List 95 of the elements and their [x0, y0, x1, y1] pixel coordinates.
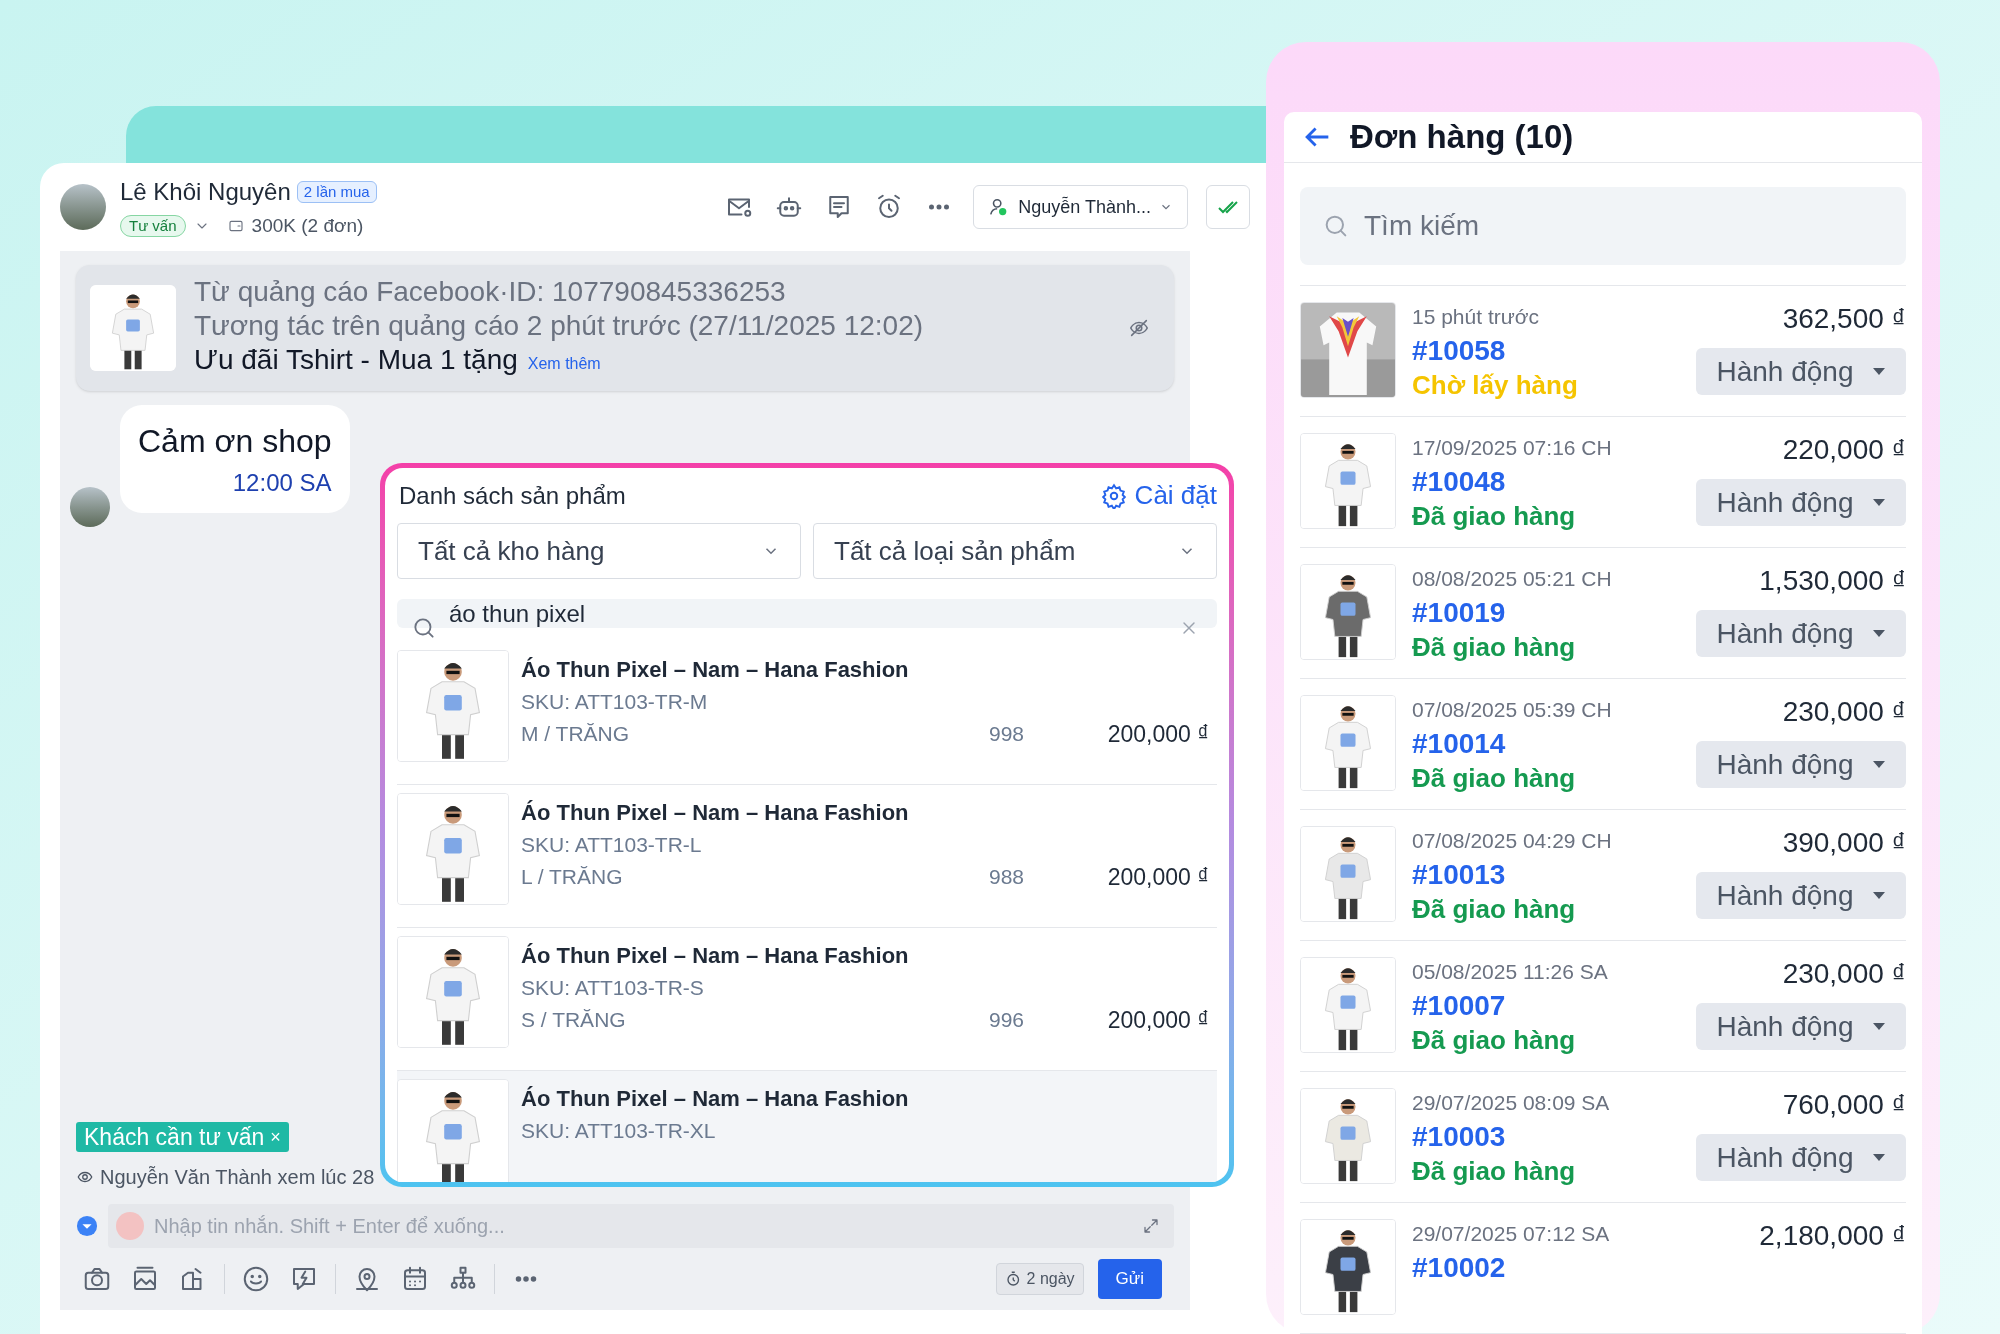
caret-down-icon: [1871, 1021, 1886, 1032]
seen-note: Nguyễn Văn Thành xem lúc 28: [100, 1165, 375, 1190]
order-id[interactable]: #10014: [1412, 725, 1612, 763]
ad-interaction: Tương tác trên quảng cáo 2 phút trước (27/11/2025 12:02): [194, 309, 924, 343]
message-text: Cảm ơn shop: [138, 422, 332, 461]
send-button[interactable]: Gửi: [1097, 1259, 1162, 1299]
order-time: 07/08/2025 05:39 CH: [1412, 697, 1612, 723]
product-sku: SKU: ATT103-TR-L: [521, 832, 703, 858]
product-sku: SKU: ATT103-TR-XL: [521, 1118, 717, 1144]
caret-down-icon: [1871, 759, 1886, 770]
purchase-badge: 2 lần mua: [296, 180, 377, 203]
product-variant: S / TRĂNG: [521, 1007, 626, 1033]
order-time: 15 phút trước: [1412, 304, 1541, 330]
order-id[interactable]: #10007: [1412, 987, 1608, 1025]
wallet-icon: [227, 218, 244, 234]
order-time: 29/07/2025 08:09 SA: [1412, 1090, 1610, 1116]
product-price: 200,000 ₫: [1106, 863, 1209, 892]
product-price: 200,000 ₫: [1106, 720, 1209, 749]
message-input[interactable]: Nhập tin nhắn. Shift + Enter để xuống...: [108, 1204, 1174, 1248]
order-id[interactable]: #10002: [1412, 1249, 1610, 1287]
filter-dropdown[interactable]: Tất cả loại sản phẩm: [813, 523, 1217, 579]
message-time: 12:00 SA: [232, 468, 332, 498]
settings-link[interactable]: Cài đặt: [1100, 476, 1217, 515]
product-name: Áo Thun Pixel – Nam – Hana Fashion: [521, 656, 910, 684]
order-id[interactable]: #10003: [1412, 1118, 1610, 1156]
order-status: Chờ lấy hàng: [1412, 370, 1578, 400]
order-status: Đã giao hàng: [1412, 1025, 1577, 1055]
product-name: Áo Thun Pixel – Nam – Hana Fashion: [521, 799, 910, 827]
caret-down-icon: [1871, 366, 1886, 377]
filter-dropdown[interactable]: Tất cả kho hàng: [397, 523, 801, 579]
caret-down-icon: [1871, 497, 1886, 508]
status-tag[interactable]: Tư vấn: [120, 215, 186, 237]
product-stock: 996: [989, 1007, 1026, 1033]
panel-title: Danh sách sản phẩm: [399, 480, 626, 511]
spend-summary: 300K (2 đơn): [251, 213, 364, 238]
eye-off-icon: [1128, 317, 1150, 339]
product-price: 200,000 ₫: [1106, 1006, 1209, 1035]
product-variant: L / TRĂNG: [521, 864, 623, 890]
order-id[interactable]: #10019: [1412, 594, 1612, 632]
see-more-link[interactable]: Xem thêm: [527, 347, 601, 381]
order-time: 08/08/2025 05:21 CH: [1412, 566, 1612, 592]
product-row[interactable]: Áo Thun Pixel – Nam – Hana Fashion SKU: ATT103-TR-XL: [397, 1071, 1217, 1182]
expand-icon: [76, 1215, 98, 1237]
caret-down-icon: [1871, 1152, 1886, 1163]
order-amount: 362,500 ₫: [1782, 302, 1906, 336]
assignee-dropdown[interactable]: Nguyễn Thành...: [973, 185, 1188, 229]
product-sku: SKU: ATT103-TR-S: [521, 975, 705, 1001]
gear-icon: [1100, 482, 1127, 509]
search-field[interactable]: Tìm kiếm: [1300, 187, 1906, 265]
order-time: 17/09/2025 07:16 CH: [1412, 435, 1612, 461]
order-amount: 230,000 ₫: [1782, 695, 1906, 729]
product-stock: 988: [989, 864, 1026, 890]
order-amount: 230,000 ₫: [1782, 957, 1906, 991]
action-dropdown[interactable]: Hành động: [1696, 348, 1906, 395]
ad-source: Từ quảng cáo Facebook·ID: 107790845336253: [194, 275, 787, 309]
reminder-chip[interactable]: 2 ngày: [995, 1263, 1084, 1295]
order-time: 05/08/2025 11:26 SA: [1412, 959, 1608, 985]
action-dropdown[interactable]: Hành động: [1696, 1003, 1906, 1050]
product-sku: SKU: ATT103-TR-M: [521, 689, 709, 715]
order-status: Đã giao hàng: [1412, 632, 1577, 662]
order-id[interactable]: #10058: [1412, 332, 1578, 370]
order-time: 29/07/2025 07:12 SA: [1412, 1221, 1610, 1247]
search-field[interactable]: áo thun pixel: [397, 599, 1217, 628]
customer-name: Lê Khôi Nguyên: [120, 176, 291, 207]
avatar: [60, 184, 106, 230]
order-id[interactable]: #10048: [1412, 463, 1612, 501]
order-amount: 2,180,000 ₫: [1759, 1219, 1906, 1253]
action-dropdown[interactable]: Hành động: [1696, 1134, 1906, 1181]
order-amount: 1,530,000 ₫: [1759, 564, 1906, 598]
order-id[interactable]: #10013: [1412, 856, 1612, 894]
caret-down-icon: [1871, 890, 1886, 901]
action-dropdown[interactable]: Hành động: [1696, 872, 1906, 919]
fullscreen-icon: [1142, 1217, 1160, 1235]
action-dropdown[interactable]: Hành động: [1696, 610, 1906, 657]
order-status: Đã giao hàng: [1412, 763, 1577, 793]
product-name: Áo Thun Pixel – Nam – Hana Fashion: [521, 1085, 910, 1113]
order-amount: 390,000 ₫: [1782, 826, 1906, 860]
order-status: Đã giao hàng: [1412, 1156, 1577, 1186]
avatar: [70, 487, 110, 527]
product-variant: M / TRĂNG: [521, 721, 630, 747]
action-dropdown[interactable]: Hành động: [1696, 741, 1906, 788]
resolve-button[interactable]: [1206, 185, 1250, 229]
order-amount: 220,000 ₫: [1782, 433, 1906, 467]
caret-down-icon: [1871, 628, 1886, 639]
order-time: 07/08/2025 04:29 CH: [1412, 828, 1612, 854]
order-status: Đã giao hàng: [1412, 501, 1577, 531]
order-amount: 760,000 ₫: [1782, 1088, 1906, 1122]
ad-title: Ưu đãi Tshirt - Mua 1 tặng: [194, 343, 518, 377]
tag-label: Khách cần tư vấn: [84, 1123, 265, 1152]
product-name: Áo Thun Pixel – Nam – Hana Fashion: [521, 942, 910, 970]
search-icon: [411, 615, 437, 641]
product-stock: 998: [989, 721, 1026, 747]
action-dropdown[interactable]: Hành động: [1696, 479, 1906, 526]
order-status: Đã giao hàng: [1412, 894, 1577, 924]
orders-title: Đơn hàng (10): [1350, 117, 1574, 158]
